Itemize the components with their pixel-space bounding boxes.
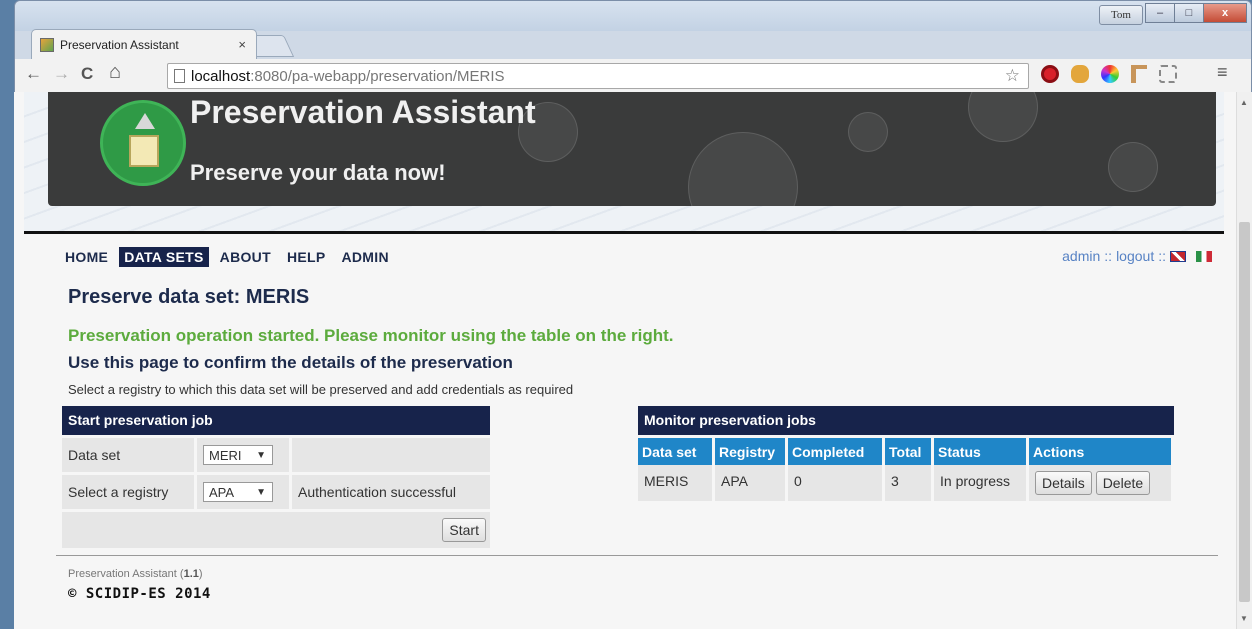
banner-decoration [848, 112, 888, 152]
start-panel-heading: Start preservation job [62, 406, 490, 435]
opera-extension-icon[interactable] [1041, 65, 1059, 83]
column-header: Registry [715, 435, 785, 465]
nav-data-sets[interactable]: DATA SETS [119, 247, 209, 267]
dropdown-arrow-icon: ▼ [256, 449, 266, 461]
table-header-row: Data set Registry Completed Total Status… [638, 435, 1171, 465]
english-flag-icon[interactable] [1170, 250, 1186, 262]
delete-button[interactable]: Delete [1095, 471, 1151, 495]
footer-app-name: Preservation Assistant [68, 568, 177, 580]
close-window-button[interactable]: x [1203, 3, 1247, 23]
scroll-thumb[interactable] [1239, 222, 1250, 602]
nav-about[interactable]: ABOUT [215, 247, 276, 267]
column-header: Data set [638, 435, 712, 465]
dropdown-arrow-icon: ▼ [256, 486, 266, 498]
cookie-extension-icon[interactable] [1071, 65, 1089, 83]
logout-link[interactable]: logout [1116, 248, 1154, 264]
monitor-jobs-panel: Monitor preservation jobs Data set Regis… [638, 406, 1174, 501]
tab-close-icon[interactable]: × [238, 37, 246, 52]
main-nav: HOME DATA SETS ABOUT HELP ADMIN [60, 247, 394, 267]
page-icon [174, 69, 185, 83]
start-panel-footer: Start [62, 512, 490, 548]
recycle-extension-icon[interactable] [1159, 65, 1177, 83]
monitor-panel-heading: Monitor preservation jobs [638, 406, 1174, 435]
column-header: Status [934, 435, 1026, 465]
hammer-extension-icon[interactable] [1131, 65, 1147, 83]
maximize-button[interactable]: □ [1174, 3, 1204, 23]
scroll-up-icon[interactable]: ▲ [1240, 98, 1248, 107]
dataset-label: Data set [62, 438, 194, 472]
url-host: localhost [191, 67, 251, 85]
table-row: MERIS APA 0 3 In progress Details Delete [638, 465, 1171, 501]
dataset-cell: MERI ▼ [197, 438, 289, 472]
registry-select-value: APA [209, 484, 235, 500]
page-scrollbar[interactable]: ▲ ▼ [1236, 92, 1252, 629]
footer-version: 1.1 [183, 568, 199, 580]
window-controls: – □ x [1145, 3, 1247, 23]
title-bar: Tom – □ x [15, 1, 1251, 31]
job-completed: 0 [788, 465, 882, 501]
column-header: Completed [788, 435, 882, 465]
separator: :: [1158, 248, 1166, 264]
column-header: Actions [1029, 435, 1171, 465]
tab-title: Preservation Assistant [60, 37, 179, 52]
registry-row: Select a registry APA ▼ Authentication s… [62, 475, 490, 509]
bookmark-star-icon[interactable]: ☆ [1005, 66, 1020, 86]
registry-cell: APA ▼ [197, 475, 289, 509]
separator: :: [1104, 248, 1113, 264]
nav-home[interactable]: HOME [60, 247, 113, 267]
registry-label: Select a registry [62, 475, 194, 509]
browser-tab[interactable]: Preservation Assistant × [31, 29, 257, 59]
page-hint: Select a registry to which this data set… [68, 382, 574, 397]
page-subheading: Use this page to confirm the details of … [68, 353, 513, 372]
minimize-button[interactable]: – [1145, 3, 1175, 23]
nav-help[interactable]: HELP [282, 247, 331, 267]
user-link[interactable]: admin [1062, 248, 1100, 264]
dataset-row: Data set MERI ▼ [62, 438, 490, 472]
job-status: In progress [934, 465, 1026, 501]
color-picker-extension-icon[interactable] [1101, 65, 1119, 83]
home-button[interactable]: ⌂ [109, 61, 121, 84]
forward-button[interactable]: → [53, 64, 70, 84]
dataset-select-value: MERI [209, 447, 242, 463]
start-button[interactable]: Start [442, 518, 486, 542]
url-path: :8080/pa-webapp/preservation/MERIS [250, 67, 505, 85]
upload-arrow-icon [135, 113, 155, 129]
footer-app-info: Preservation Assistant (1.1) [68, 568, 203, 580]
dataset-select[interactable]: MERI ▼ [203, 445, 273, 465]
reload-button[interactable]: C [81, 64, 93, 84]
back-button[interactable]: ← [25, 64, 42, 84]
copyright: © SCIDIP-ES 2014 [68, 586, 211, 602]
app-logo [100, 100, 186, 186]
job-registry: APA [715, 465, 785, 501]
storage-tower-icon [129, 135, 159, 167]
user-bar: admin :: logout :: [1062, 248, 1212, 264]
job-total: 3 [885, 465, 931, 501]
job-dataset: MERIS [638, 465, 712, 501]
column-header: Total [885, 435, 931, 465]
italian-flag-icon[interactable] [1196, 250, 1212, 262]
details-button[interactable]: Details [1035, 471, 1092, 495]
banner-decoration [688, 132, 798, 206]
registry-select[interactable]: APA ▼ [203, 482, 273, 502]
empty-cell [292, 438, 490, 472]
app-title: Preservation Assistant [190, 94, 536, 130]
app-subtitle: Preserve your data now! [190, 160, 446, 185]
profile-button[interactable]: Tom [1099, 5, 1143, 25]
nav-admin[interactable]: ADMIN [336, 247, 393, 267]
favicon-icon [40, 37, 54, 52]
banner-decoration [1108, 142, 1158, 192]
footer-divider [56, 555, 1218, 556]
job-actions: Details Delete [1029, 465, 1171, 501]
auth-status: Authentication successful [292, 475, 490, 509]
start-preservation-panel: Start preservation job Data set MERI ▼ S… [62, 406, 490, 548]
jobs-table: Data set Registry Completed Total Status… [635, 435, 1174, 501]
browser-toolbar: ← → C ⌂ localhost :8080/pa-webapp/preser… [15, 59, 1251, 93]
page-title: Preserve data set: MERIS [68, 286, 310, 308]
page-viewport: Preservation Assistant Preserve your dat… [14, 92, 1236, 629]
success-message: Preservation operation started. Please m… [68, 326, 674, 345]
chrome-menu-icon[interactable]: ≡ [1217, 62, 1228, 83]
banner-decoration [968, 92, 1038, 142]
address-bar[interactable]: localhost :8080/pa-webapp/preservation/M… [167, 63, 1029, 89]
scroll-down-icon[interactable]: ▼ [1240, 614, 1248, 623]
